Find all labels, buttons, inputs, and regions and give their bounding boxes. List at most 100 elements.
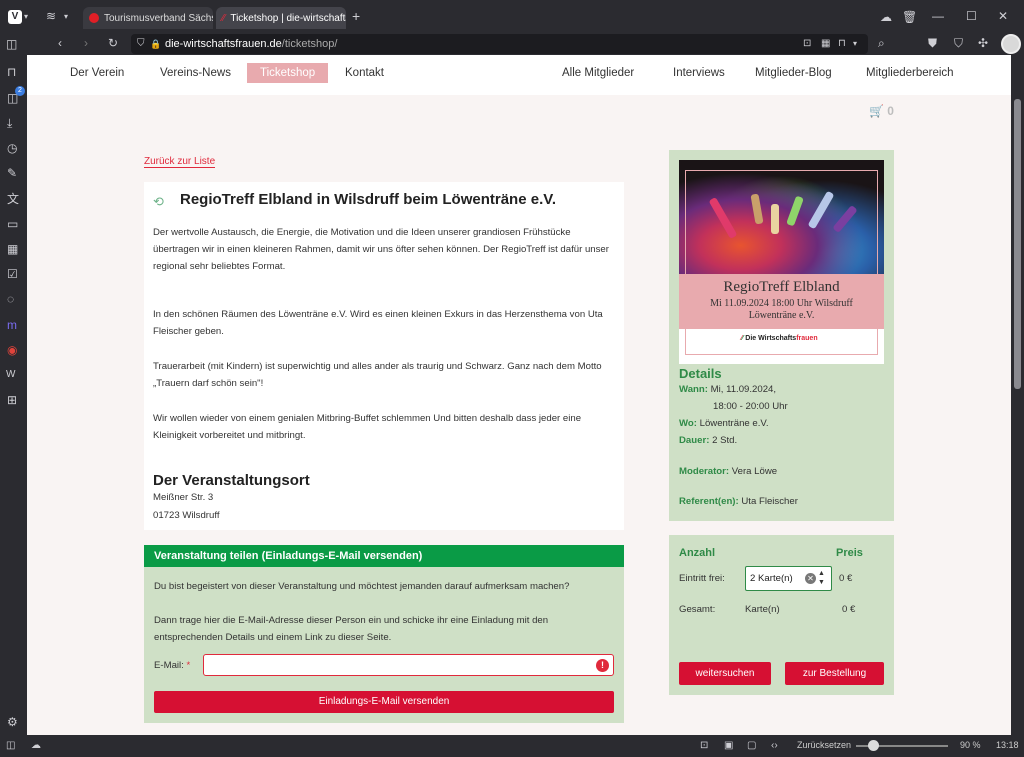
nav-ticketshop[interactable]: Ticketshop: [247, 63, 329, 83]
nav-mitglieder-blog[interactable]: Mitglieder-Blog: [755, 63, 832, 83]
quantity-value: 2 Karte(n): [750, 573, 793, 584]
detail-time: 18:00 - 20:00 Uhr: [713, 401, 788, 412]
tab-title: Ticketshop | die-wirtschaftsi: [230, 12, 346, 24]
code-icon[interactable]: ‹›: [771, 739, 778, 753]
chevron-down-icon[interactable]: ▾: [24, 10, 28, 24]
panel-toggle-icon[interactable]: ◫: [6, 37, 17, 51]
nav-kontakt[interactable]: Kontakt: [345, 63, 384, 83]
panel-toggle-icon[interactable]: ◫: [6, 739, 15, 753]
checkout-button[interactable]: zur Bestellung: [785, 662, 884, 685]
nav-alle-mitglieder[interactable]: Alle Mitglieder: [562, 63, 634, 83]
rss-icon[interactable]: ⊡: [803, 37, 811, 51]
continue-search-button[interactable]: weitersuchen: [679, 662, 771, 685]
mastodon-icon[interactable]: m: [7, 318, 17, 332]
chevron-down-icon[interactable]: ▾: [64, 10, 68, 24]
detail-speaker: Referent(en): Uta Fleischer: [679, 496, 798, 507]
search-icon[interactable]: ⌕: [878, 36, 885, 50]
tab-bar: V ▾ ≋ ▾ Tourismusverband Sächsisc ⁄⁄ Tic…: [0, 0, 1024, 33]
wikipedia-icon[interactable]: W: [6, 368, 15, 382]
downloads-icon[interactable]: ⤓: [7, 116, 12, 130]
zoom-slider-handle[interactable]: [868, 740, 879, 751]
clock: 13:18: [996, 740, 1019, 750]
maximize-icon[interactable]: ☐: [966, 9, 977, 23]
cloud-icon[interactable]: ☁: [31, 739, 41, 753]
url-domain: die-wirtschaftsfrauen.de: [165, 38, 282, 50]
back-to-list-link[interactable]: Zurück zur Liste: [144, 156, 216, 168]
translate-icon[interactable]: 文: [7, 192, 19, 206]
detail-when: Wann: Mi, 11.09.2024,: [679, 384, 777, 395]
error-icon: !: [596, 659, 609, 672]
event-poster: RegioTreff Elbland Mi 11.09.2024 18:00 U…: [679, 160, 884, 364]
shield-icon: ⛉: [137, 38, 145, 49]
cart-button[interactable]: 🛒 0: [869, 104, 894, 118]
wirtschaftsfrauen-favicon-icon: ⁄⁄: [222, 12, 226, 24]
nav-der-verein[interactable]: Der Verein: [70, 63, 124, 83]
venue-heading: Der Veranstaltungsort: [153, 472, 310, 489]
quantity-stepper[interactable]: 2 Karte(n) ✕ ▲ ▼: [745, 566, 832, 591]
page-scrollbar[interactable]: [1011, 55, 1024, 735]
tasks-icon[interactable]: ☑: [7, 267, 18, 281]
price-header: Preis: [836, 547, 863, 559]
shield-extension-icon[interactable]: ⛉: [954, 36, 963, 50]
vivaldi-menu-icon[interactable]: V: [8, 10, 22, 24]
chevron-down-icon[interactable]: ▾: [853, 37, 857, 51]
calendar-icon[interactable]: ▦: [7, 242, 18, 256]
address-field[interactable]: ⛉ 🔒 die-wirtschaftsfrauen.de/ticketshop/…: [131, 34, 868, 54]
cart-icon: 🛒: [869, 104, 884, 118]
nav-interviews[interactable]: Interviews: [673, 63, 725, 83]
history-icon[interactable]: ◷: [7, 141, 17, 155]
tab-tourismusverband[interactable]: Tourismusverband Sächsisc: [83, 7, 213, 29]
event-paragraph: Wir wollen wieder von einem genialen Mit…: [153, 413, 582, 441]
add-panel-icon[interactable]: ⊞: [7, 393, 17, 407]
send-invitation-button[interactable]: Einladungs-E-Mail versenden: [154, 691, 614, 713]
cart-count: 0: [887, 104, 894, 118]
nav-vereins-news[interactable]: Vereins-News: [160, 63, 231, 83]
event-paragraph: In den schönen Räumen des Löwenträne e.V…: [153, 309, 603, 337]
event-details-panel: RegioTreff Elbland Mi 11.09.2024 18:00 U…: [669, 150, 894, 521]
new-tab-button[interactable]: +: [352, 9, 360, 23]
email-field[interactable]: !: [203, 654, 614, 676]
poster-frame: [685, 170, 878, 355]
nav-mitgliederbereich[interactable]: Mitgliederbereich: [866, 63, 954, 83]
total-price: 0 €: [842, 604, 856, 615]
detail-where: Wo: Löwenträne e.V.: [679, 418, 769, 429]
qr-icon[interactable]: ▦: [821, 37, 830, 51]
trash-icon[interactable]: 🗑: [902, 10, 917, 24]
forward-icon[interactable]: ›: [84, 36, 88, 50]
image-icon[interactable]: ▣: [724, 739, 733, 753]
scrollbar-thumb[interactable]: [1014, 99, 1021, 389]
bookmarks-icon[interactable]: ⊓: [7, 65, 16, 79]
spinner-arrows-icon[interactable]: ▲ ▼: [818, 569, 825, 587]
window-icon[interactable]: ▭: [7, 217, 18, 231]
required-mark: *: [186, 660, 191, 671]
total-label: Gesamt:: [679, 604, 716, 615]
status-bar: ◫ ☁ ⊡ ▣ ▢ ‹› Zurücksetzen 90 % 13:18: [0, 735, 1024, 757]
minimize-icon[interactable]: —: [932, 9, 944, 23]
lock-icon: 🔒: [150, 39, 162, 49]
ticket-price: 0 €: [839, 573, 853, 584]
detail-duration: Dauer: 2 Std.: [679, 435, 738, 446]
settings-gear-icon[interactable]: ⚙: [7, 715, 18, 729]
extensions-icon[interactable]: ✣: [978, 36, 988, 50]
close-icon[interactable]: ✕: [998, 9, 1008, 23]
vivaldi-icon[interactable]: ◉: [7, 343, 17, 357]
zoom-level: 90 %: [960, 740, 981, 750]
cloud-sync-icon[interactable]: ☁: [880, 10, 892, 24]
tab-stack-icon[interactable]: ≋: [46, 9, 56, 23]
tab-ticketshop[interactable]: ⁄⁄ Ticketshop | die-wirtschaftsi: [216, 7, 346, 29]
share-event-form: Veranstaltung teilen (Einladungs-E-Mail …: [144, 545, 624, 723]
clear-icon[interactable]: ✕: [805, 573, 816, 584]
capture-icon[interactable]: ⊡: [700, 739, 708, 753]
bookmark-icon[interactable]: ⊓: [838, 37, 846, 51]
notes-icon[interactable]: ✎: [7, 166, 17, 180]
event-title: RegioTreff Elbland in Wilsdruff beim Löw…: [180, 191, 557, 208]
back-icon[interactable]: ‹: [58, 36, 62, 50]
avatar[interactable]: [1001, 34, 1021, 54]
email-label: E-Mail: *: [154, 660, 191, 671]
tiling-icon[interactable]: ▢: [747, 739, 756, 753]
chat-icon[interactable]: ◌: [7, 292, 14, 306]
total-unit: Karte(n): [745, 604, 780, 615]
reload-icon[interactable]: ↻: [108, 36, 118, 50]
ublock-icon[interactable]: ⛊: [928, 36, 937, 50]
zoom-reset-button[interactable]: Zurücksetzen: [797, 740, 851, 750]
